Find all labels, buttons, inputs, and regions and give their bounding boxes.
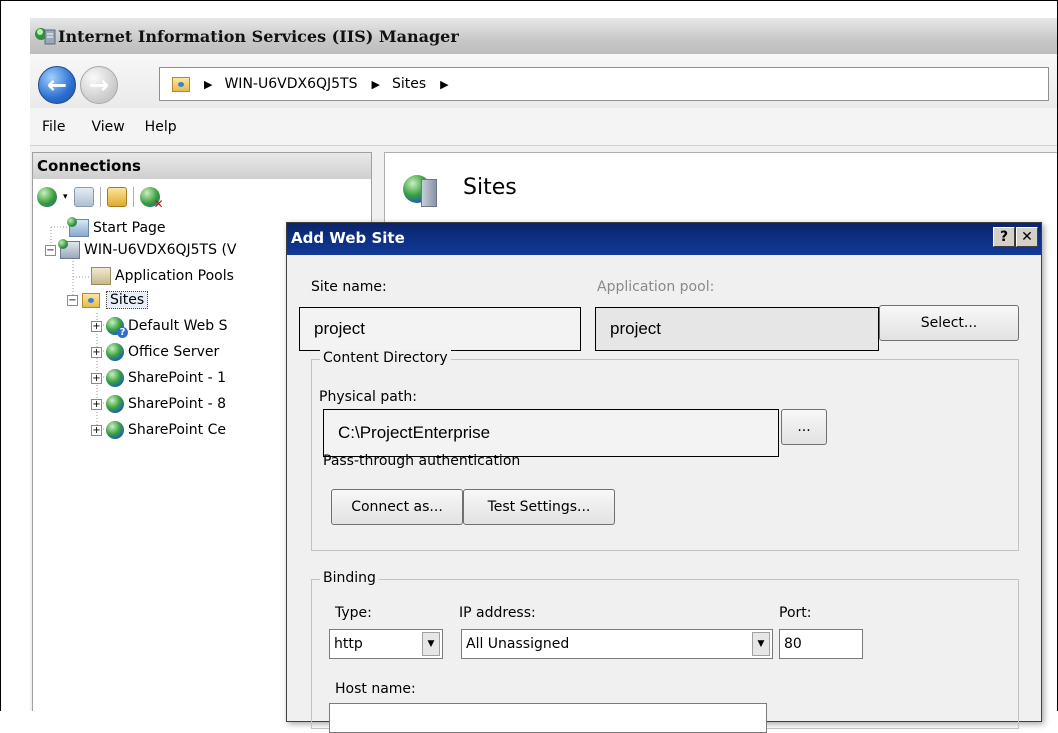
dropdown-arrow-icon[interactable]: ▾ <box>63 192 68 202</box>
toolbar-divider <box>132 187 134 207</box>
expand-icon[interactable]: + <box>91 424 102 436</box>
ip-address-label: IP address: <box>459 605 536 621</box>
connections-header: Connections <box>33 153 371 179</box>
content-directory-legend: Content Directory <box>320 350 451 366</box>
physical-path-input[interactable]: C:\ProjectEnterprise <box>323 409 779 457</box>
type-select-value: http <box>334 636 363 652</box>
site-globe-icon <box>106 421 124 439</box>
back-button[interactable]: ← <box>38 66 76 104</box>
ip-address-select[interactable]: All Unassigned ▼ <box>461 629 773 659</box>
menu-file[interactable]: File <box>30 119 77 135</box>
binding-legend: Binding <box>320 570 379 586</box>
tree-item-label: Default Web S <box>128 318 228 334</box>
sites-folder-icon <box>82 292 100 308</box>
browse-button[interactable]: ... <box>781 409 827 445</box>
tree-item-label: Application Pools <box>115 268 234 284</box>
close-button[interactable]: ✕ <box>1016 227 1038 247</box>
expand-icon[interactable]: + <box>91 398 102 410</box>
default-site-globe-icon <box>106 317 128 338</box>
forward-button[interactable]: → <box>80 66 118 104</box>
connect-as-button[interactable]: Connect as... <box>331 489 463 525</box>
disconnect-icon[interactable] <box>139 187 164 211</box>
connect-globe-icon[interactable] <box>37 187 57 207</box>
site-globe-icon <box>106 369 124 387</box>
iis-app-icon <box>34 26 56 46</box>
server-icon <box>58 239 80 259</box>
help-button[interactable]: ? <box>993 227 1015 247</box>
tree-item-label: Start Page <box>93 220 166 236</box>
add-web-site-dialog: Add Web Site ? ✕ Site name: Application … <box>286 222 1042 733</box>
start-page-icon <box>67 217 89 237</box>
site-name-label: Site name: <box>311 279 387 295</box>
connections-toolbar: ▾ <box>33 179 371 215</box>
window-titlebar[interactable]: Internet Information Services (IIS) Mana… <box>30 18 1058 54</box>
menu-bar: File View Help <box>30 108 1058 146</box>
window-title: Internet Information Services (IIS) Mana… <box>58 26 459 46</box>
breadcrumb-server[interactable]: WIN-U6VDX6QJ5TS <box>224 76 357 92</box>
pass-through-authentication-label: Pass-through authentication <box>323 453 521 469</box>
test-settings-button[interactable]: Test Settings... <box>463 489 615 525</box>
site-globe-icon <box>106 395 124 413</box>
tree-item-label: Office Server <box>128 344 220 360</box>
expand-icon[interactable]: + <box>91 372 102 384</box>
port-input[interactable]: 80 <box>779 629 863 659</box>
chevron-down-icon[interactable]: ▼ <box>752 632 770 656</box>
tree-item-label: SharePoint - 8 <box>128 396 227 412</box>
toolbar-divider <box>99 187 101 207</box>
expand-icon[interactable]: + <box>91 320 102 332</box>
page-title: Sites <box>463 175 517 200</box>
dialog-titlebar[interactable]: Add Web Site ? ✕ <box>287 223 1041 255</box>
collapse-icon[interactable]: − <box>67 294 78 306</box>
host-name-input[interactable] <box>329 703 767 733</box>
breadcrumb-separator-icon: ▶ <box>371 77 380 91</box>
tree-item-site[interactable]: + Default Web S <box>91 313 227 339</box>
breadcrumb-dropdown-icon[interactable]: ▶ <box>440 78 448 91</box>
breadcrumb-separator-icon: ▶ <box>204 77 213 91</box>
collapse-icon[interactable]: − <box>45 244 56 256</box>
application-pools-icon <box>91 267 111 285</box>
sites-server-icon <box>421 179 437 207</box>
expand-icon[interactable]: + <box>91 346 102 358</box>
type-select[interactable]: http ▼ <box>329 629 443 659</box>
host-name-label: Host name: <box>335 681 416 697</box>
select-button[interactable]: Select... <box>879 305 1019 341</box>
tree-item-label: Sites <box>106 291 149 309</box>
port-label: Port: <box>779 605 812 621</box>
breadcrumb-sites[interactable]: Sites <box>392 76 426 92</box>
chevron-down-icon[interactable]: ▼ <box>422 632 440 656</box>
tree-item-site[interactable]: + SharePoint Ce <box>91 417 226 443</box>
tree-item-site[interactable]: + SharePoint - 1 <box>91 365 226 391</box>
tree-item-sites[interactable]: − Sites <box>67 287 149 313</box>
tree-item-site[interactable]: + Office Server <box>91 339 219 365</box>
menu-help[interactable]: Help <box>137 119 189 135</box>
type-label: Type: <box>335 605 372 621</box>
forward-arrow-icon: → <box>88 71 110 99</box>
menu-view[interactable]: View <box>77 119 136 135</box>
application-pool-label: Application pool: <box>597 279 715 295</box>
save-icon[interactable] <box>73 187 94 207</box>
tree-item-label: SharePoint - 1 <box>128 370 227 386</box>
tree-item-label: WIN-U6VDX6QJ5TS (V <box>84 242 237 258</box>
tree-item-application-pools[interactable]: Application Pools <box>91 263 234 289</box>
tree-item-site[interactable]: + SharePoint - 8 <box>91 391 226 417</box>
site-name-input[interactable]: project <box>299 307 581 351</box>
back-arrow-icon: ← <box>46 71 68 99</box>
address-bar[interactable]: ▶ WIN-U6VDX6QJ5TS ▶ Sites ▶ <box>159 67 1049 101</box>
application-pool-field: project <box>595 307 879 351</box>
tree-item-label: SharePoint Ce <box>128 422 226 438</box>
ip-address-select-value: All Unassigned <box>466 636 570 652</box>
up-folder-icon[interactable] <box>106 187 127 207</box>
physical-path-label: Physical path: <box>319 389 417 405</box>
site-globe-icon <box>106 343 124 361</box>
tree-item-server[interactable]: − WIN-U6VDX6QJ5TS (V <box>45 237 237 263</box>
sites-folder-icon <box>172 76 190 92</box>
dialog-title: Add Web Site <box>291 229 405 247</box>
